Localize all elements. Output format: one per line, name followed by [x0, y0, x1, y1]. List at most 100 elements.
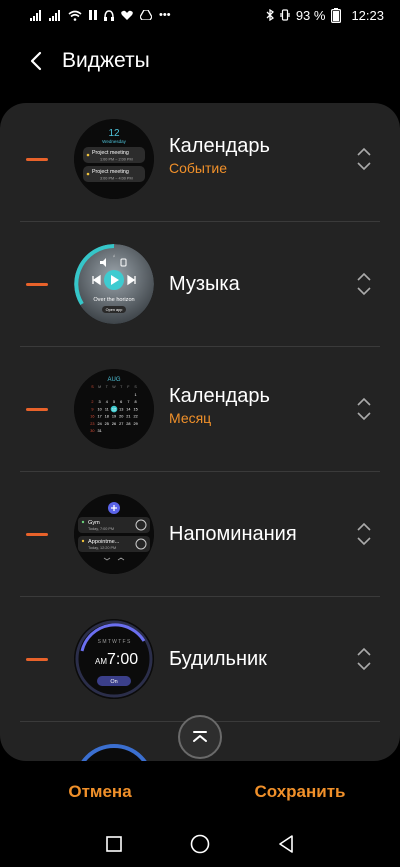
widget-row-calendar-event[interactable]: 12 Wednesday Project meeting 1:00 PM ~ 2…: [20, 103, 380, 222]
preview-weekday: Wednesday: [102, 139, 126, 144]
cancel-button[interactable]: Отмена: [0, 770, 200, 814]
remove-widget-button[interactable]: [20, 387, 60, 431]
battery-icon: [331, 7, 342, 23]
preview-day: 11: [105, 407, 109, 411]
calendar-event-preview-art: 12 Wednesday Project meeting 1:00 PM ~ 2…: [74, 119, 154, 199]
recent-apps-icon: [106, 835, 122, 852]
music-preview: ♫ Over the horizon Open app: [74, 244, 154, 324]
preview-month: AUG: [107, 377, 120, 383]
preview-day: 5: [113, 400, 115, 404]
preview-day: 28: [126, 422, 130, 426]
preview-reminder-title: Appointme...: [88, 539, 120, 545]
preview-date: 12: [108, 128, 120, 139]
preview-day: 9: [91, 407, 93, 411]
save-button[interactable]: Сохранить: [200, 770, 400, 814]
reorder-handle-icon[interactable]: [352, 394, 376, 424]
widget-title: Календарь: [169, 385, 270, 407]
preview-event-title: Project meeting: [92, 150, 129, 156]
preview-day: 25: [105, 422, 109, 426]
preview-reminder-time: Today, 12:20 PM: [88, 546, 116, 550]
reminders-preview-art: Gym Today, 7:00 PM Appointme... Today, 1…: [74, 494, 154, 574]
preview-day: 10: [97, 407, 101, 411]
preview-day: 24: [97, 422, 101, 426]
page-title: Виджеты: [62, 49, 150, 72]
back-button[interactable]: [14, 39, 58, 83]
recent-apps-button[interactable]: [71, 822, 157, 866]
widget-title: Напоминания: [169, 523, 297, 545]
battery-text: 93 %: [295, 7, 326, 23]
minus-icon: [26, 158, 48, 161]
preview-day: 1: [135, 393, 137, 397]
status-bar: ••• 93 % 12:23: [0, 0, 400, 30]
home-icon: [190, 834, 210, 853]
preview-event-time: 1:00 PM ~ 2:00 PM: [100, 158, 133, 162]
preview-day: 29: [133, 422, 137, 426]
navigation-bar: [0, 820, 400, 867]
preview-day: 31: [97, 429, 101, 433]
minus-icon: [26, 283, 48, 286]
preview-day: 2: [91, 400, 93, 404]
widget-row-reminders[interactable]: Gym Today, 7:00 PM Appointme... Today, 1…: [20, 472, 380, 597]
nav-back-button[interactable]: [243, 822, 329, 866]
preview-alarm-days: S M T W T F S: [98, 639, 131, 645]
scroll-to-top-button[interactable]: [178, 715, 222, 759]
clock-text: 12:23: [351, 7, 384, 23]
reorder-handle-icon[interactable]: [352, 269, 376, 299]
reminders-preview: Gym Today, 7:00 PM Appointme... Today, 1…: [74, 494, 154, 574]
reorder-handle-icon[interactable]: [352, 519, 376, 549]
minus-icon: [26, 658, 48, 661]
signal-icon: [30, 9, 41, 21]
wifi-icon: [68, 10, 82, 21]
minus-icon: [26, 533, 48, 536]
preview-day: 3: [99, 400, 101, 404]
reorder-handle-icon[interactable]: [352, 144, 376, 174]
preview-day: 26: [112, 422, 116, 426]
preview-day: 22: [133, 415, 137, 419]
back-arrow-icon: [30, 51, 42, 71]
preview-day: 21: [126, 415, 130, 419]
remove-widget-button[interactable]: [20, 262, 60, 306]
preview-day: 18: [105, 415, 109, 419]
drive-icon: [140, 10, 152, 20]
preview-day: 14: [126, 407, 130, 411]
more-icon: •••: [159, 8, 171, 21]
preview-day: 7: [127, 400, 129, 404]
widget-row-calendar-month[interactable]: AUG S M T W T F S 1 2 3 4 5 6 7 8 9 10 11 12 13 14 15 16 17 18 19…: [20, 347, 380, 472]
preview-day: 6: [120, 400, 122, 404]
preview-day: 20: [119, 415, 123, 419]
preview-day: 12: [112, 407, 116, 411]
preview-open-app: Open app: [106, 308, 123, 312]
home-button[interactable]: [157, 822, 243, 866]
signal-icon: [49, 9, 60, 21]
pause-icon: [89, 10, 97, 20]
preview-day: 17: [97, 415, 101, 419]
preview-event-title: Project meeting: [92, 169, 129, 175]
widget-row-music[interactable]: ♫ Over the horizon Open app Музыка: [20, 222, 380, 347]
remove-widget-button[interactable]: [20, 137, 60, 181]
next-widget-preview-partial: [74, 744, 154, 761]
preview-alarm-time: 7:00: [107, 651, 138, 668]
calendar-event-preview: 12 Wednesday Project meeting 1:00 PM ~ 2…: [74, 119, 154, 199]
preview-track-title: Over the horizon: [93, 297, 134, 303]
widget-subtitle: Событие: [169, 160, 227, 176]
remove-widget-button[interactable]: [20, 637, 60, 681]
bluetooth-icon: [266, 9, 274, 21]
reorder-handle-icon[interactable]: [352, 644, 376, 674]
preview-day: 27: [119, 422, 123, 426]
preview-day: 4: [106, 400, 108, 404]
widget-subtitle: Месяц: [169, 410, 212, 426]
preview-reminder-time: Today, 7:00 PM: [88, 527, 114, 531]
preview-weekday-label: M: [98, 385, 101, 389]
bluetooth-headset-icon: [104, 9, 114, 21]
status-icons-right: 93 % 12:23: [266, 7, 384, 23]
calendar-month-preview: AUG S M T W T F S 1 2 3 4 5 6 7 8 9 10 11 12 13 14 15 16 17 18 19…: [74, 369, 154, 449]
preview-day: 30: [90, 429, 94, 433]
preview-reminder-title: Gym: [88, 520, 100, 526]
preview-alarm-state: On: [110, 679, 117, 685]
vibrate-icon: [280, 9, 290, 21]
health-icon: [121, 10, 133, 20]
chevron-up-icon: [193, 731, 207, 742]
remove-widget-button[interactable]: [20, 512, 60, 556]
widget-list[interactable]: 12 Wednesday Project meeting 1:00 PM ~ 2…: [0, 103, 400, 761]
widget-row-alarm[interactable]: S M T W T F S AM 7:00 On Будильник: [20, 597, 380, 722]
